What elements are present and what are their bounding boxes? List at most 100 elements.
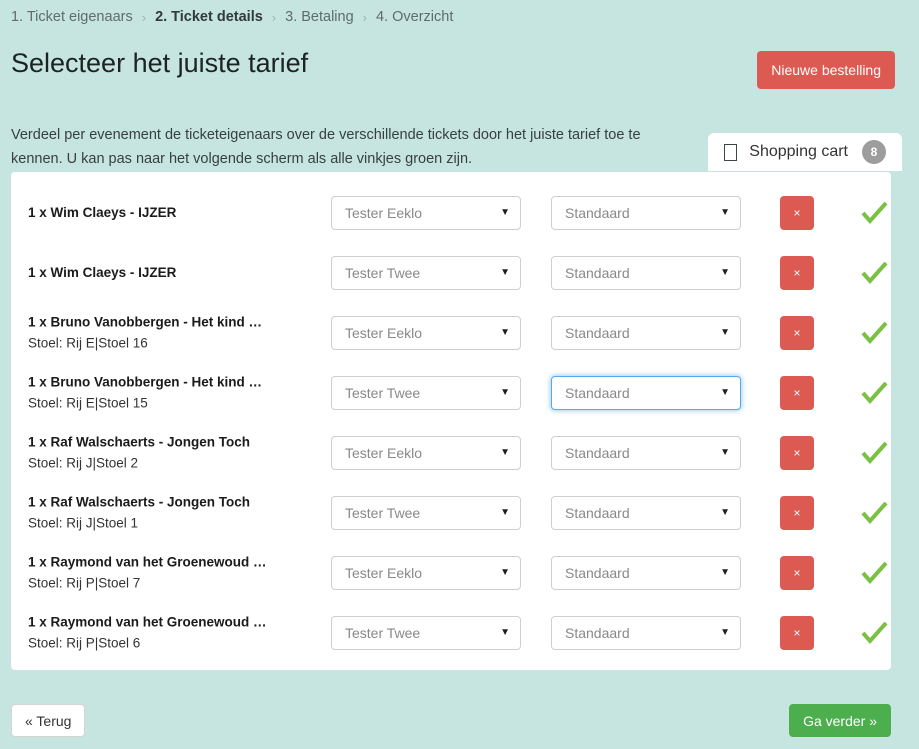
owner-select-value: Tester Eeklo: [345, 445, 423, 461]
breadcrumb: 1. Ticket eigenaars › 2. Ticket details › 3.…: [11, 5, 453, 29]
delete-ticket-button[interactable]: ×: [780, 376, 814, 410]
delete-ticket-button[interactable]: ×: [780, 436, 814, 470]
delete-ticket-button[interactable]: ×: [780, 316, 814, 350]
new-order-button[interactable]: Nieuwe bestelling: [757, 51, 895, 89]
chevron-down-icon: ▼: [500, 567, 510, 578]
valid-check-icon: [859, 258, 889, 288]
chevron-down-icon: ▼: [500, 507, 510, 518]
shopping-cart-label: Shopping cart: [749, 143, 848, 160]
chevron-down-icon: ▼: [500, 387, 510, 398]
delete-ticket-button[interactable]: ×: [780, 196, 814, 230]
breadcrumb-step-2[interactable]: 2. Ticket details: [155, 9, 263, 25]
table-row: 1 x Bruno Vanobbergen - Het kind … Stoel:…: [11, 363, 891, 423]
tariff-select[interactable]: Standaard ▼: [551, 556, 741, 590]
ticket-seat: Stoel: Rij J|Stoel 2: [28, 455, 139, 471]
tariff-select-value: Standaard: [565, 385, 630, 401]
ticket-title: 1 x Bruno Vanobbergen - Het kind …: [28, 314, 263, 330]
shopping-cart-count-badge: 8: [862, 140, 886, 164]
owner-select[interactable]: Tester Twee ▼: [331, 256, 521, 290]
valid-check-icon: [859, 438, 889, 468]
ticket-title: 1 x Raf Walschaerts - Jongen Toch: [28, 494, 251, 510]
chevron-down-icon: ▼: [500, 327, 510, 338]
owner-select[interactable]: Tester Eeklo ▼: [331, 196, 521, 230]
owner-select-value: Tester Twee: [345, 505, 421, 521]
chevron-down-icon: ▼: [500, 267, 510, 278]
chevron-down-icon: ▼: [720, 447, 730, 458]
delete-ticket-button[interactable]: ×: [780, 496, 814, 530]
tariff-select[interactable]: Standaard ▼: [551, 376, 741, 410]
chevron-down-icon: ▼: [720, 207, 730, 218]
owner-select-value: Tester Eeklo: [345, 205, 423, 221]
tariff-select[interactable]: Standaard ▼: [551, 196, 741, 230]
table-row: 1 x Raf Walschaerts - Jongen Toch Stoel: …: [11, 423, 891, 483]
chevron-down-icon: ▼: [720, 387, 730, 398]
ticket-seat: Stoel: Rij E|Stoel 15: [28, 395, 148, 411]
tariff-select[interactable]: Standaard ▼: [551, 436, 741, 470]
owner-select[interactable]: Tester Twee ▼: [331, 376, 521, 410]
valid-check-icon: [859, 618, 889, 648]
breadcrumb-step-4[interactable]: 4. Overzicht: [376, 9, 453, 25]
owner-select-value: Tester Eeklo: [345, 565, 423, 581]
breadcrumb-separator-icon: ›: [271, 9, 277, 25]
owner-select[interactable]: Tester Twee ▼: [331, 496, 521, 530]
ticket-seat: Stoel: Rij P|Stoel 7: [28, 575, 141, 591]
tariff-select-value: Standaard: [565, 565, 630, 581]
chevron-down-icon: ▼: [720, 267, 730, 278]
ticket-description: 1 x Raf Walschaerts - Jongen Toch Stoel: …: [28, 493, 323, 534]
table-row: 1 x Raymond van het Groenewoud … Stoel: R…: [11, 543, 891, 603]
table-row: 1 x Raymond van het Groenewoud … Stoel: R…: [11, 603, 891, 663]
tariff-select[interactable]: Standaard ▼: [551, 256, 741, 290]
owner-select[interactable]: Tester Eeklo ▼: [331, 436, 521, 470]
shopping-cart-tab[interactable]: Shopping cart 8: [708, 133, 902, 171]
chevron-down-icon: ▼: [720, 627, 730, 638]
owner-select[interactable]: Tester Eeklo ▼: [331, 556, 521, 590]
ticket-description: 1 x Raymond van het Groenewoud … Stoel: R…: [28, 613, 323, 654]
owner-select-value: Tester Eeklo: [345, 325, 423, 341]
ticket-title: 1 x Wim Claeys - IJZER: [28, 265, 177, 280]
ticket-title: 1 x Raf Walschaerts - Jongen Toch: [28, 434, 251, 450]
chevron-down-icon: ▼: [500, 447, 510, 458]
ticket-description: 1 x Wim Claeys - IJZER: [28, 263, 323, 283]
ticket-description: 1 x Raymond van het Groenewoud … Stoel: R…: [28, 553, 323, 594]
tariff-select-value: Standaard: [565, 265, 630, 281]
owner-select[interactable]: Tester Twee ▼: [331, 616, 521, 650]
tariff-select-value: Standaard: [565, 445, 630, 461]
tariff-select-value: Standaard: [565, 625, 630, 641]
delete-ticket-button[interactable]: ×: [780, 256, 814, 290]
ticket-title: 1 x Wim Claeys - IJZER: [28, 205, 177, 220]
page-title: Selecteer het juiste tarief: [11, 48, 309, 78]
ticket-description: 1 x Bruno Vanobbergen - Het kind … Stoel:…: [28, 313, 323, 354]
owner-select[interactable]: Tester Eeklo ▼: [331, 316, 521, 350]
valid-check-icon: [859, 378, 889, 408]
back-button[interactable]: « Terug: [11, 704, 86, 737]
ticket-details-panel: 1 x Wim Claeys - IJZER Tester Eeklo ▼ Stand…: [11, 172, 891, 670]
continue-button[interactable]: Ga verder »: [789, 704, 891, 737]
chevron-down-icon: ▼: [500, 207, 510, 218]
delete-ticket-button[interactable]: ×: [780, 616, 814, 650]
ticket-title: 1 x Raymond van het Groenewoud …: [28, 614, 267, 630]
chevron-down-icon: ▼: [500, 627, 510, 638]
ticket-title: 1 x Bruno Vanobbergen - Het kind …: [28, 374, 263, 390]
delete-ticket-button[interactable]: ×: [780, 556, 814, 590]
ticket-description: 1 x Wim Claeys - IJZER: [28, 203, 323, 223]
chevron-down-icon: ▼: [720, 507, 730, 518]
owner-select-value: Tester Twee: [345, 385, 421, 401]
breadcrumb-step-1[interactable]: 1. Ticket eigenaars: [11, 9, 133, 25]
owner-select-value: Tester Twee: [345, 625, 421, 641]
table-row: 1 x Raf Walschaerts - Jongen Toch Stoel: …: [11, 483, 891, 543]
ticket-title: 1 x Raymond van het Groenewoud …: [28, 554, 267, 570]
breadcrumb-separator-icon: ›: [362, 9, 368, 25]
breadcrumb-step-3[interactable]: 3. Betaling: [285, 9, 354, 25]
tariff-select-value: Standaard: [565, 205, 630, 221]
tariff-select[interactable]: Standaard ▼: [551, 616, 741, 650]
ticket-seat: Stoel: Rij J|Stoel 1: [28, 515, 139, 531]
shopping-cart-icon: [724, 143, 738, 161]
valid-check-icon: [859, 318, 889, 348]
table-row: 1 x Bruno Vanobbergen - Het kind … Stoel:…: [11, 303, 891, 363]
page-header: Selecteer het juiste tarief Nieuwe beste…: [0, 42, 919, 98]
intro-text: Verdeel per evenement de ticketeigenaars…: [11, 126, 641, 167]
ticket-rows: 1 x Wim Claeys - IJZER Tester Eeklo ▼ Stand…: [11, 172, 891, 663]
tariff-select[interactable]: Standaard ▼: [551, 496, 741, 530]
tariff-select[interactable]: Standaard ▼: [551, 316, 741, 350]
ticket-description: 1 x Bruno Vanobbergen - Het kind … Stoel:…: [28, 373, 323, 414]
